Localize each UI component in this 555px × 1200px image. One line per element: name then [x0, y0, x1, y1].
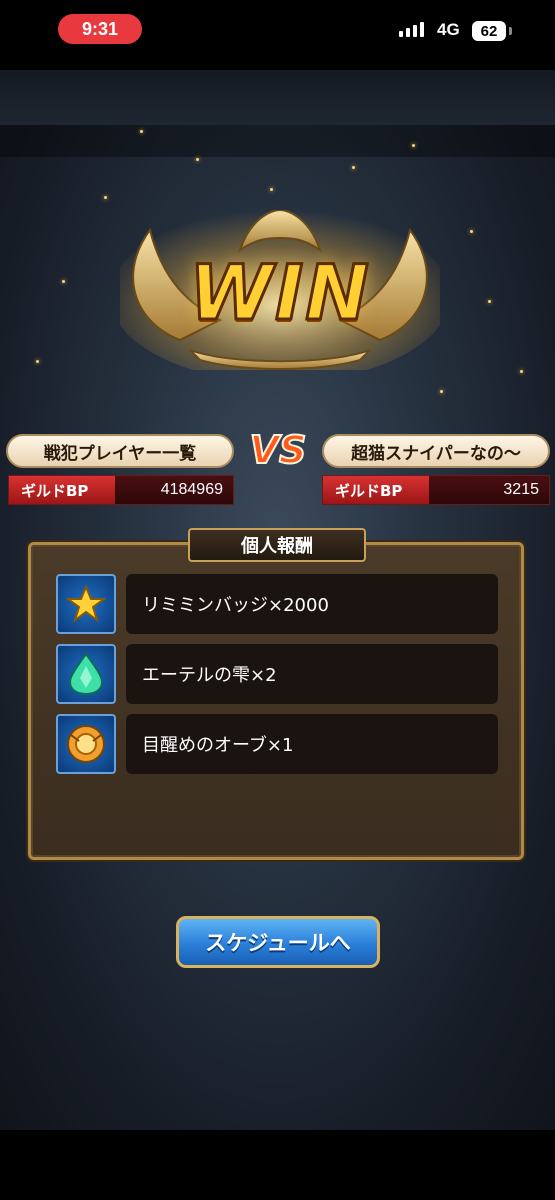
- reward-item: リミミンバッジ×2000: [56, 574, 500, 636]
- sparkle: [36, 360, 39, 363]
- right-guild-name: 超猫スナイパーなの〜: [322, 434, 550, 468]
- star-badge-icon: [56, 574, 116, 634]
- reward-label: リミミンバッジ×2000: [126, 574, 498, 634]
- sparkle: [440, 390, 443, 393]
- left-guild-bp: ギルドBP 4184969: [8, 475, 234, 505]
- rewards-panel-title: 個人報酬: [188, 528, 366, 562]
- right-bp-label: ギルドBP: [323, 476, 429, 504]
- win-emblem: WIN: [120, 210, 440, 370]
- status-bar: 9:31 4G 62: [0, 0, 555, 70]
- sparkle: [352, 166, 355, 169]
- reward-label: 目醒めのオーブ×1: [126, 714, 498, 774]
- sparkle: [412, 144, 415, 147]
- versus-row: 戦犯プレイヤー一覧 VS 超猫スナイパーなの〜: [0, 427, 555, 473]
- awakening-orb-icon: [56, 714, 116, 774]
- reward-item: エーテルの雫×2: [56, 644, 500, 706]
- sparkle: [62, 280, 65, 283]
- network-type: 4G: [437, 20, 460, 39]
- sparkle: [140, 130, 143, 133]
- signal-icon: [399, 22, 424, 37]
- ether-drop-icon: [56, 644, 116, 704]
- right-bp-value: 3215: [429, 476, 549, 504]
- sparkle: [488, 300, 491, 303]
- status-time: 9:31: [58, 14, 142, 44]
- sparkle: [196, 158, 199, 161]
- schedule-button[interactable]: スケジュールへ: [176, 916, 380, 968]
- battery-icon: 62: [472, 21, 506, 41]
- reward-label: エーテルの雫×2: [126, 644, 498, 704]
- left-bp-value: 4184969: [115, 476, 233, 504]
- battle-result-screen: WIN 戦犯プレイヤー一覧 VS 超猫スナイパーなの〜 ギルドBP 418496…: [0, 70, 555, 1130]
- sparkle: [270, 188, 273, 191]
- sparkle: [470, 230, 473, 233]
- bottom-bar: [0, 1130, 555, 1200]
- sparkle: [104, 196, 107, 199]
- win-title: WIN: [188, 247, 371, 339]
- vs-label: VS: [249, 427, 308, 473]
- sparkle: [520, 370, 523, 373]
- left-guild-name: 戦犯プレイヤー一覧: [6, 434, 234, 468]
- top-shade: [0, 70, 555, 125]
- header-band: [0, 125, 555, 157]
- left-bp-label: ギルドBP: [9, 476, 115, 504]
- right-guild-bp: ギルドBP 3215: [322, 475, 550, 505]
- battery-tip: [509, 27, 512, 35]
- reward-item: 目醒めのオーブ×1: [56, 714, 500, 776]
